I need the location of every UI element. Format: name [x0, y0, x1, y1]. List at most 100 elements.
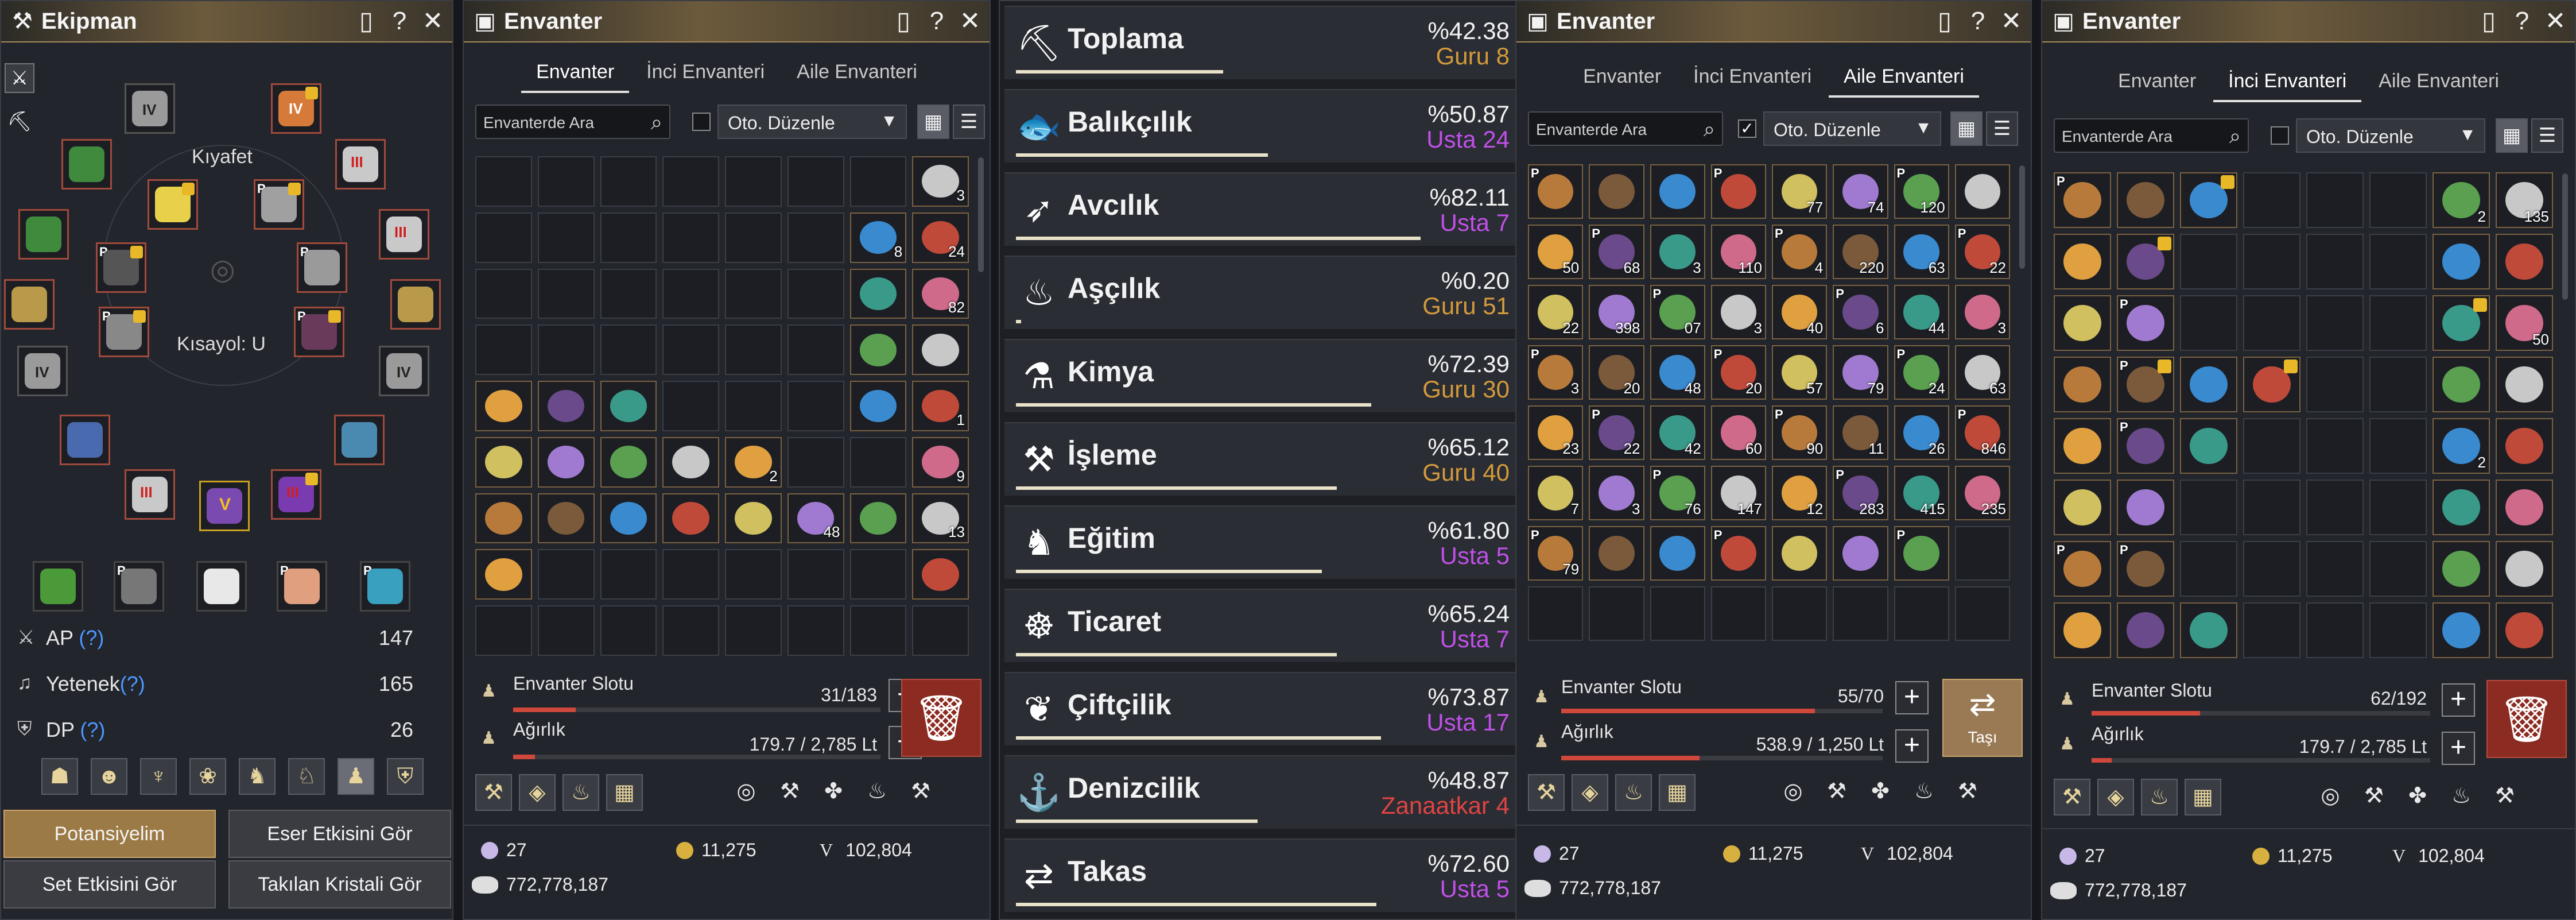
- inventory-item[interactable]: [2433, 480, 2490, 535]
- empty-slot[interactable]: [787, 156, 844, 207]
- camel-preset-icon[interactable]: ♘: [288, 758, 325, 795]
- trash-button[interactable]: 🗑: [2486, 680, 2567, 758]
- tab-inventory[interactable]: Envanter: [521, 53, 630, 93]
- empty-slot[interactable]: [725, 549, 782, 600]
- inventory-item[interactable]: 79: [1833, 345, 1888, 400]
- inventory-item[interactable]: [2180, 418, 2237, 474]
- inventory-item[interactable]: [2054, 295, 2111, 351]
- gem-icon[interactable]: ◈: [1572, 774, 1608, 811]
- inventory-item[interactable]: P 76: [1650, 466, 1705, 520]
- triskele-icon[interactable]: ✤: [2399, 779, 2436, 815]
- list-view-button[interactable]: ☰: [1986, 111, 2018, 146]
- help-icon[interactable]: ?: [925, 8, 948, 34]
- search-input[interactable]: Envanterde Ara ⌕: [1528, 111, 1723, 146]
- empty-slot[interactable]: [2243, 541, 2300, 597]
- inventory-item[interactable]: [537, 493, 595, 544]
- empty-slot[interactable]: [1894, 586, 1949, 641]
- inventory-item[interactable]: [1833, 526, 1888, 581]
- empty-slot[interactable]: [1833, 586, 1888, 641]
- tab-family-inventory[interactable]: Aile Envanteri: [2374, 62, 2504, 102]
- inventory-item[interactable]: [2054, 357, 2111, 412]
- inventory-item[interactable]: [475, 549, 532, 600]
- tool-icon[interactable]: ⚒: [2486, 779, 2523, 815]
- inventory-item[interactable]: 7: [1528, 466, 1584, 520]
- stat-dp-help[interactable]: (?): [80, 718, 105, 741]
- empty-slot[interactable]: [537, 549, 595, 600]
- list-view-button[interactable]: ☰: [2531, 118, 2563, 153]
- hammer-icon[interactable]: ⚒: [1818, 774, 1855, 811]
- inventory-item[interactable]: 135: [2496, 172, 2553, 228]
- inventory-item[interactable]: 40: [1772, 285, 1828, 339]
- inventory-item[interactable]: P: [2117, 295, 2174, 351]
- inventory-item[interactable]: [2496, 234, 2553, 289]
- inventory-item[interactable]: [2496, 357, 2553, 412]
- empty-slot[interactable]: [475, 605, 532, 656]
- equip-slot-bag[interactable]: P: [114, 561, 164, 612]
- guide-icon[interactable]: ▯: [2477, 8, 2500, 34]
- empty-slot[interactable]: [1589, 586, 1644, 641]
- inventory-item[interactable]: [1589, 526, 1644, 581]
- equip-slot-dye[interactable]: P: [360, 561, 410, 612]
- grid-tool-icon[interactable]: ▦: [2185, 779, 2221, 815]
- skill-row[interactable]: ♨ Aşçılık %0.20 Guru 51: [1004, 256, 1521, 329]
- close-icon[interactable]: ✕: [959, 8, 981, 34]
- empty-slot[interactable]: [2306, 418, 2364, 474]
- empty-slot[interactable]: [2369, 602, 2427, 658]
- equip-slot-alchemy-stone[interactable]: IV: [379, 346, 429, 396]
- inventory-item[interactable]: 3: [1650, 225, 1705, 279]
- inventory-item[interactable]: 3: [1954, 285, 2010, 339]
- inventory-item[interactable]: [662, 436, 719, 488]
- empty-slot[interactable]: [725, 605, 782, 656]
- inventory-item[interactable]: 77: [1772, 164, 1828, 219]
- equip-slot-sub-weapon[interactable]: IV: [17, 346, 68, 396]
- inventory-item[interactable]: 235: [1954, 466, 2010, 520]
- inventory-item[interactable]: [2433, 541, 2490, 597]
- empty-slot[interactable]: [2243, 602, 2300, 658]
- empty-slot[interactable]: [600, 605, 657, 656]
- auto-sort-checkbox[interactable]: [2271, 126, 2289, 145]
- equip-slot-earring2[interactable]: P: [254, 179, 304, 230]
- empty-slot[interactable]: [475, 324, 532, 376]
- tab-inventory[interactable]: Envanter: [2113, 62, 2201, 102]
- inventory-item[interactable]: [2496, 541, 2553, 597]
- inventory-item[interactable]: 3: [1589, 466, 1644, 520]
- inventory-item[interactable]: [2433, 602, 2490, 658]
- equip-slot-ring2[interactable]: III: [335, 139, 386, 190]
- inventory-item[interactable]: 50: [2496, 295, 2553, 351]
- close-icon[interactable]: ✕: [2544, 8, 2567, 34]
- inventory-item[interactable]: P 22: [1589, 405, 1644, 460]
- empty-slot[interactable]: [725, 268, 782, 319]
- close-icon[interactable]: ✕: [421, 8, 444, 34]
- triskele-icon[interactable]: ✤: [815, 774, 852, 811]
- equip-slot-eggs[interactable]: [196, 561, 247, 612]
- empty-slot[interactable]: [2180, 480, 2237, 535]
- empty-slot[interactable]: [662, 156, 719, 207]
- auto-sort-select[interactable]: Oto. Düzenle ▼: [2296, 118, 2485, 153]
- grid-view-button[interactable]: ▦: [1950, 111, 1983, 146]
- inventory-item[interactable]: [2433, 357, 2490, 412]
- equip-slot-artifact2[interactable]: [334, 415, 385, 465]
- empty-slot[interactable]: [725, 324, 782, 376]
- inventory-item[interactable]: 12: [1772, 466, 1828, 520]
- empty-slot[interactable]: [2369, 234, 2427, 289]
- search-icon[interactable]: ⌕: [2229, 124, 2241, 149]
- equip-slot-lightstone3[interactable]: III: [271, 469, 321, 520]
- empty-slot[interactable]: [849, 156, 907, 207]
- empty-slot[interactable]: [2369, 357, 2427, 412]
- mortar-icon[interactable]: ♨: [859, 774, 895, 811]
- inventory-item[interactable]: 3: [912, 156, 969, 207]
- guide-icon[interactable]: ▯: [892, 8, 915, 34]
- empty-slot[interactable]: [475, 268, 532, 319]
- empty-slot[interactable]: [1710, 586, 1766, 641]
- empty-slot[interactable]: [1772, 586, 1828, 641]
- preset-1-icon[interactable]: ☗: [41, 758, 78, 795]
- inventory-item[interactable]: [849, 493, 907, 544]
- inventory-item[interactable]: 110: [1710, 225, 1766, 279]
- equip-slot-belt2[interactable]: III: [379, 209, 429, 260]
- inventory-item[interactable]: P 22: [1954, 225, 2010, 279]
- inventory-item[interactable]: 42: [1650, 405, 1705, 460]
- inventory-item[interactable]: [2054, 602, 2111, 658]
- tab-pearl-inventory[interactable]: İnci Envanteri: [2213, 62, 2362, 102]
- search-input[interactable]: Envanterde Ara ⌕: [2054, 118, 2249, 153]
- inventory-item[interactable]: [2054, 480, 2111, 535]
